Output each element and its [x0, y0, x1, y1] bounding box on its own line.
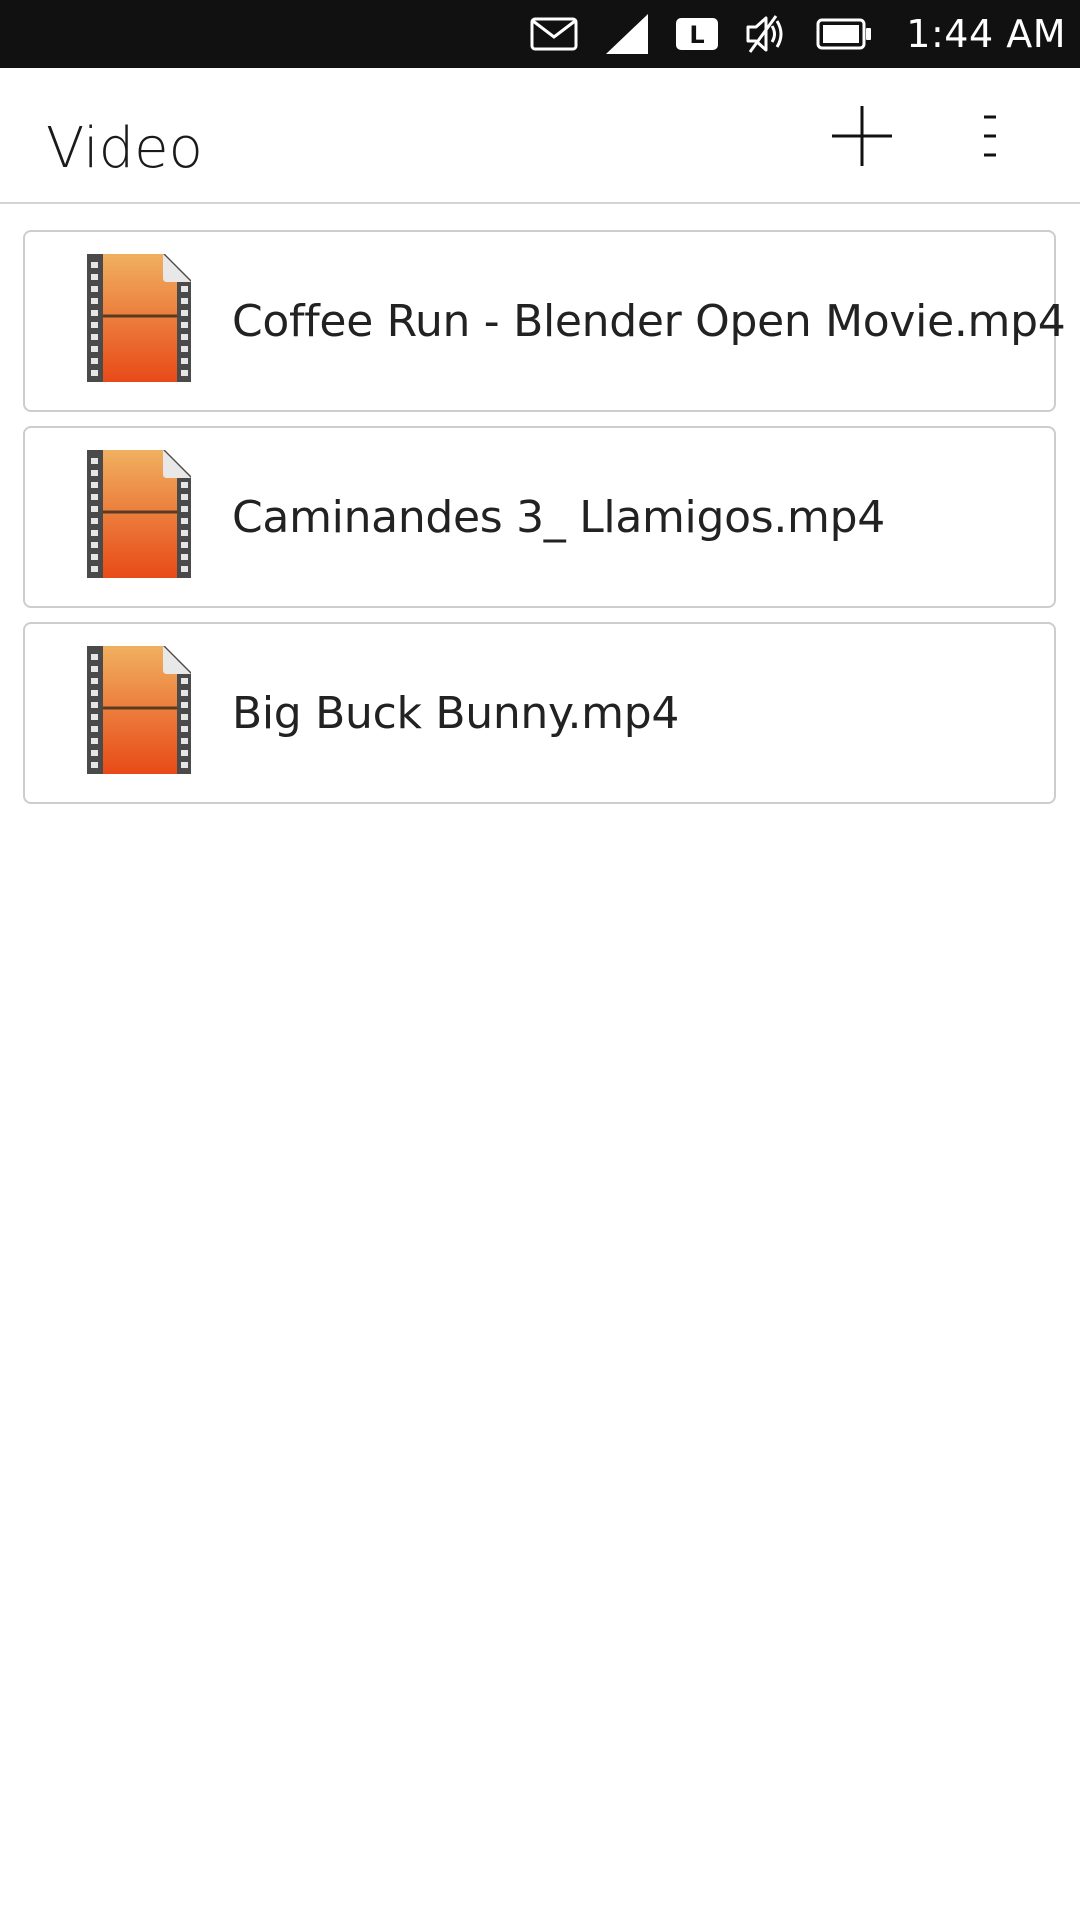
overflow-menu-button[interactable]	[948, 96, 1028, 176]
file-name: Coffee Run - Blender Open Movie.mp4	[232, 295, 1066, 347]
file-name: Caminandes 3_ Llamigos.mp4	[232, 491, 885, 543]
mail-icon	[530, 17, 578, 51]
muted-speaker-icon	[746, 14, 788, 54]
list-item[interactable]: Caminandes 3_ Llamigos.mp4	[23, 426, 1056, 608]
add-button[interactable]	[822, 96, 902, 176]
list-item[interactable]: Coffee Run - Blender Open Movie.mp4	[23, 230, 1066, 412]
signal-icon	[606, 14, 649, 54]
app-header: Video	[0, 68, 1080, 204]
clock: 1:44 AM	[906, 12, 1066, 56]
network-l-icon: L	[676, 18, 719, 50]
video-file-icon	[85, 644, 193, 776]
page-title: Video	[46, 116, 203, 181]
add-icon	[832, 106, 892, 166]
overflow-menu-icon	[984, 115, 996, 157]
file-list: Coffee Run - Blender Open Movie.mp4 Cami…	[23, 230, 1066, 818]
network-label: L	[690, 21, 705, 49]
video-file-icon	[85, 252, 193, 384]
video-file-icon	[85, 448, 193, 580]
file-name: Big Buck Bunny.mp4	[232, 687, 680, 739]
list-item[interactable]: Big Buck Bunny.mp4	[23, 622, 1056, 804]
battery-icon	[816, 18, 872, 50]
status-bar: L 1:44 AM	[0, 0, 1080, 68]
